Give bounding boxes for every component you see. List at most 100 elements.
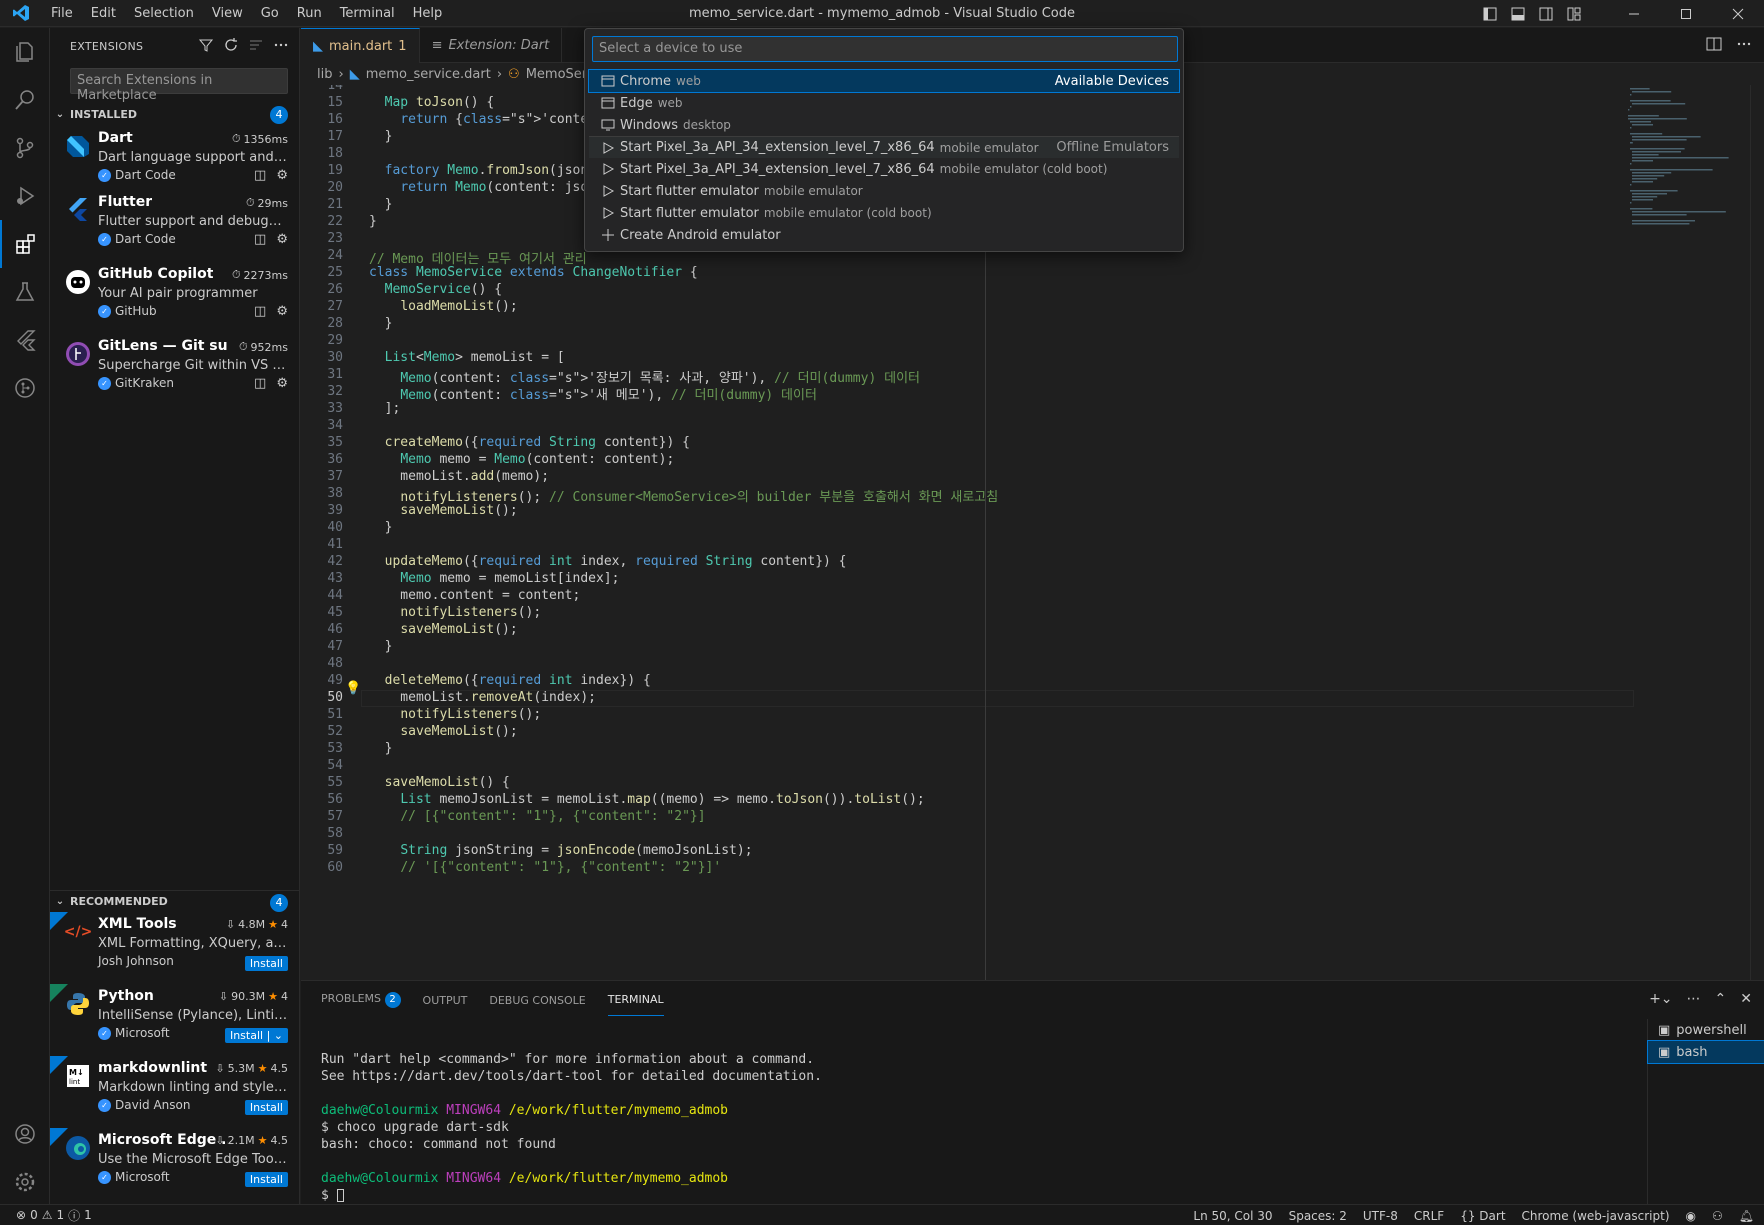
- language-mode[interactable]: {} Dart: [1460, 1209, 1505, 1223]
- download-icon: ⇩: [215, 1062, 225, 1075]
- install-button[interactable]: Install: [244, 1172, 288, 1187]
- tab-main-dart[interactable]: ◣ main.dart 1: [301, 28, 420, 63]
- device-option[interactable]: Start flutter emulator mobile emulator: [589, 180, 1179, 202]
- minimap-line: [1632, 103, 1686, 105]
- extension-item-markdownlint[interactable]: M↓ lint markdownlint ⇩ 5.3M ★ 4.5 Markdown l…: [50, 1056, 300, 1128]
- menu-view[interactable]: View: [203, 0, 252, 27]
- tab-problem-count: 1: [398, 38, 407, 54]
- extension-item-xml-tools[interactable]: </> XML Tools ⇩ 4.8M ★ 4 XML Formatting, XQ…: [50, 912, 300, 984]
- device-option[interactable]: Start flutter emulator mobile emulator (c…: [589, 202, 1179, 224]
- device-option[interactable]: Edge web: [589, 92, 1179, 114]
- device-option[interactable]: Start Pixel_3a_API_34_extension_level_7_…: [589, 158, 1179, 180]
- extension-gear-icon[interactable]: ⚙: [276, 168, 288, 183]
- minimap[interactable]: [1626, 85, 1746, 245]
- terminal-item-bash[interactable]: ▣ bash: [1647, 1040, 1764, 1064]
- extension-item-github-copilot[interactable]: GitHub Copilot ⏱ 2273ms Your AI pair prog…: [50, 262, 300, 334]
- tab-output[interactable]: OUTPUT: [423, 994, 468, 1007]
- menu-help[interactable]: Help: [404, 0, 452, 27]
- warning-icon: ⚠: [41, 1208, 53, 1222]
- split-icon[interactable]: ◫: [254, 168, 266, 183]
- refresh-icon[interactable]: [223, 37, 239, 53]
- customize-layout-icon[interactable]: [1560, 0, 1588, 27]
- toggle-primary-sidebar-icon[interactable]: [1476, 0, 1504, 27]
- terminal-item-powershell[interactable]: ▣ powershell: [1648, 1019, 1764, 1041]
- problems-status[interactable]: ⊗ 0 ⚠ 1 ⓘ 1: [0, 1207, 92, 1224]
- split-icon[interactable]: ◫: [254, 376, 266, 391]
- source-control-icon[interactable]: [0, 124, 50, 172]
- split-editor-icon[interactable]: [1706, 36, 1722, 52]
- encoding[interactable]: UTF-8: [1363, 1209, 1398, 1223]
- tab-debug-console[interactable]: DEBUG CONSOLE: [489, 994, 585, 1007]
- minimize-icon[interactable]: [1608, 0, 1660, 27]
- close-panel-icon[interactable]: ✕: [1740, 991, 1752, 1007]
- search-icon[interactable]: [0, 76, 50, 124]
- run-debug-icon[interactable]: [0, 172, 50, 220]
- xml-icon: </>: [63, 924, 93, 940]
- toggle-secondary-sidebar-icon[interactable]: [1532, 0, 1560, 27]
- line-number: 56: [327, 792, 343, 807]
- notifications-icon[interactable]: 🔔︎: [1739, 1209, 1754, 1223]
- lightbulb-icon[interactable]: 💡: [345, 681, 361, 696]
- extension-gear-icon[interactable]: ⚙: [276, 376, 288, 391]
- line-number: 54: [327, 758, 343, 773]
- breadcrumb-folder[interactable]: lib: [317, 67, 332, 82]
- panel-more-icon[interactable]: ⋯: [1687, 991, 1701, 1007]
- menu-terminal[interactable]: Terminal: [331, 0, 404, 27]
- editor-more-icon[interactable]: [1736, 36, 1752, 52]
- installed-section-header[interactable]: ⌄ INSTALLED 4: [50, 103, 300, 125]
- device-description: desktop: [683, 118, 731, 132]
- terminal-output[interactable]: Run "dart help <command>" for more infor…: [321, 1051, 822, 1204]
- device-option[interactable]: Create Android emulator: [589, 224, 1179, 246]
- device-option[interactable]: Chrome web Available Devices: [588, 69, 1180, 93]
- menu-selection[interactable]: Selection: [125, 0, 203, 27]
- extension-item-python[interactable]: Python ⇩ 90.3M ★ 4 IntelliSense (Pylance), …: [50, 984, 300, 1056]
- recommended-section-header[interactable]: ⌄ RECOMMENDED 4: [50, 890, 300, 912]
- indentation[interactable]: Spaces: 2: [1289, 1209, 1347, 1223]
- extensions-search-input[interactable]: Search Extensions in Marketplace: [70, 68, 288, 103]
- device-option[interactable]: Windows desktop: [589, 114, 1179, 136]
- extension-item-gitlens[interactable]: GitLens — Git superc... ⏱952ms Superchar…: [50, 334, 300, 406]
- menu-go[interactable]: Go: [252, 0, 288, 27]
- end-of-line[interactable]: CRLF: [1414, 1209, 1444, 1223]
- manage-gear-icon[interactable]: [0, 1158, 50, 1206]
- breadcrumb-file[interactable]: memo_service.dart: [366, 67, 491, 82]
- flutter-icon[interactable]: [0, 316, 50, 364]
- extension-gear-icon[interactable]: ⚙: [276, 232, 288, 247]
- device-option[interactable]: Start Pixel_3a_API_34_extension_level_7_…: [589, 136, 1179, 158]
- accounts-icon[interactable]: [0, 1110, 50, 1158]
- menu-run[interactable]: Run: [288, 0, 331, 27]
- copilot-status-icon[interactable]: ◉: [1686, 1209, 1696, 1223]
- filter-icon[interactable]: [198, 37, 214, 53]
- maximize-icon[interactable]: [1660, 0, 1712, 27]
- split-icon[interactable]: ◫: [254, 232, 266, 247]
- device-search-input[interactable]: Select a device to use: [592, 36, 1178, 62]
- install-button[interactable]: Install | ⌄: [224, 1028, 288, 1043]
- toggle-panel-icon[interactable]: [1504, 0, 1532, 27]
- maximize-panel-icon[interactable]: ⌃: [1715, 991, 1727, 1007]
- split-icon[interactable]: ◫: [254, 304, 266, 319]
- tab-terminal[interactable]: TERMINAL: [607, 984, 664, 1016]
- tab-problems[interactable]: PROBLEMS 2: [321, 992, 401, 1008]
- tab-extension-dart[interactable]: ≡ Extension: Dart: [420, 28, 563, 63]
- vertical-scrollbar[interactable]: [1750, 85, 1764, 980]
- accounts-status-icon[interactable]: ⚇: [1712, 1209, 1723, 1223]
- explorer-icon[interactable]: [0, 28, 50, 76]
- extension-item-flutter[interactable]: Flutter ⏱ 29ms Flutter support and debugg…: [50, 190, 300, 262]
- tab-label: main.dart: [329, 38, 393, 54]
- flutter-device[interactable]: Chrome (web-javascript): [1522, 1209, 1670, 1223]
- clear-icon[interactable]: [248, 37, 264, 53]
- cursor-position[interactable]: Ln 50, Col 30: [1193, 1209, 1272, 1223]
- gitlens-icon[interactable]: [0, 364, 50, 412]
- extension-item-edge-tools[interactable]: Microsoft Edge ... ⇩ 2.1M ★ 4.5 Use the Mic…: [50, 1128, 300, 1200]
- extension-gear-icon[interactable]: ⚙: [276, 304, 288, 319]
- menu-file[interactable]: File: [42, 0, 82, 27]
- testing-icon[interactable]: [0, 268, 50, 316]
- install-button[interactable]: Install: [244, 956, 288, 971]
- new-terminal-icon[interactable]: +⌄: [1649, 991, 1672, 1007]
- extensions-icon[interactable]: [0, 220, 50, 268]
- close-window-icon[interactable]: [1712, 0, 1764, 27]
- more-actions-icon[interactable]: [273, 37, 289, 53]
- menu-edit[interactable]: Edit: [82, 0, 125, 27]
- install-button[interactable]: Install: [244, 1100, 288, 1115]
- extension-item-dart[interactable]: Dart ⏱ 1356ms Dart language support and d…: [50, 126, 300, 198]
